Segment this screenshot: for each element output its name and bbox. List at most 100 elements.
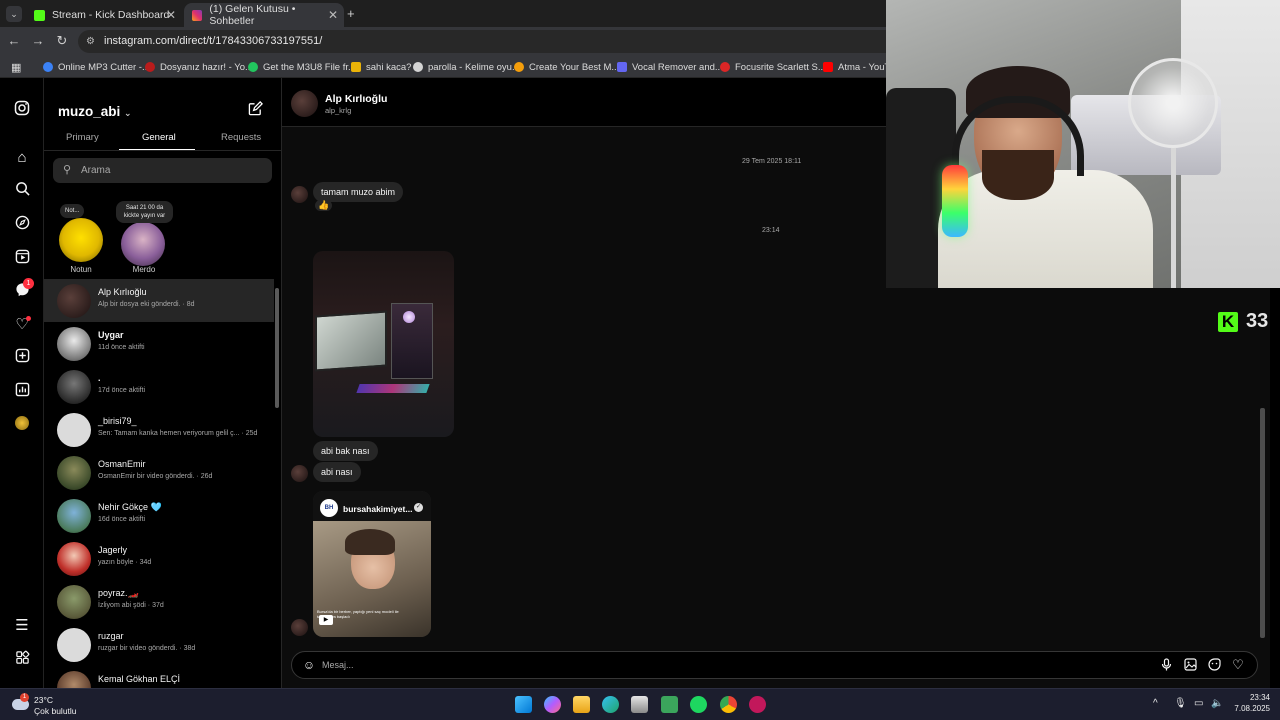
address-bar[interactable]: ⚙ instagram.com/direct/t/178433067331975… [78,30,898,53]
hair-shape [345,529,395,555]
tab-primary[interactable]: Primary [66,132,99,143]
profile-avatar-icon[interactable] [12,416,32,436]
message-bubble[interactable]: abi nası [313,462,361,482]
bookmark-item[interactable]: Dosyanız hazır! - Yo... [145,60,253,74]
bookmark-item[interactable]: Create Your Best M... [514,60,619,74]
conversation-item[interactable]: Kemal Gökhan ELÇİ [44,666,274,688]
avatar[interactable] [291,90,318,117]
message-bubble[interactable]: tamam muzo abim [313,182,404,202]
chat-contact-name[interactable]: Alp Kırlıoğlu [325,93,387,105]
shared-reel[interactable]: BH bursahakimiyet... ✓ Bursa'da bir berb… [313,491,431,637]
message-bubble[interactable]: abi bak nası [313,441,378,461]
spotify-icon[interactable] [690,696,707,713]
conversation-name: OsmanEmir [98,459,146,469]
conversation-item[interactable]: Nehir Gökçe 🩵 16d önce aktifti [44,494,274,537]
site-info-icon: ⚙ [86,36,95,47]
message-photo[interactable] [313,251,454,437]
microphone-icon[interactable]: 🎙 [1174,698,1187,709]
new-tab-button[interactable]: + [347,6,355,21]
instagram-logo-icon[interactable] [12,100,32,120]
bookmark-item[interactable]: sahi kaca? [351,60,411,74]
avatar [291,186,308,203]
conversation-item[interactable]: _birisi79_ Sen: Tamam kanka hemen veriyo… [44,408,274,451]
notification-dot [26,316,31,321]
weather-condition: Çok bulutlu [34,706,77,716]
conversation-item[interactable]: Jagerly yazın böyle · 34d [44,537,274,580]
image-icon[interactable] [1183,658,1197,672]
tab-general[interactable]: General [142,132,176,143]
edge-icon[interactable] [602,696,619,713]
new-message-button[interactable] [248,101,264,117]
apps-icon[interactable]: ▦ [11,60,21,74]
conversation-item[interactable]: OsmanEmir OsmanEmir bir video gönderdi. … [44,451,274,494]
reel-account-avatar: BH [320,499,338,517]
weather-badge: 1 [20,693,29,702]
system-clock[interactable]: 23:34 7.08.2025 [1228,693,1270,713]
meta-apps-icon[interactable] [12,650,32,670]
home-icon[interactable]: ⌂ [12,148,32,168]
network-icon[interactable]: ▭ [1194,698,1203,709]
reload-button[interactable]: ↻ [54,33,70,49]
conversation-item[interactable]: ruzgar ruzgar bir video gönderdi. · 38d [44,623,274,666]
bookmark-label: Focusrite Scarlett S... [735,61,826,73]
scrollbar[interactable] [275,288,279,408]
pc-fan-light [403,311,415,323]
reels-icon[interactable] [12,249,32,269]
browser-tab-instagram[interactable]: (1) Gelen Kutusu • Sohbetler ✕ [184,3,344,27]
message-composer[interactable]: ☺ Mesaj... ♡ [291,651,1258,679]
reel-thumbnail: Bursa'da bir berber, yaptığı yeni saç mo… [313,521,431,637]
avatar [291,465,308,482]
note-bubble: Not... [60,204,85,218]
note-bubble: Saat 21 00 da kickte yayın var [116,201,173,223]
menu-icon[interactable]: ☰ [12,616,32,636]
account-switcher[interactable]: muzo_abi ⌄ [58,104,132,119]
conversation-name: Alp Kırlıoğlu [98,287,147,297]
dashboard-icon[interactable] [12,382,32,402]
conversation-item[interactable]: . 17d önce aktifti [44,365,274,408]
chrome-icon[interactable] [720,696,737,713]
create-icon[interactable] [12,348,32,368]
close-icon[interactable]: ✕ [328,8,338,22]
back-button[interactable]: ← [6,33,22,49]
search-input[interactable]: ⚲ Arama [53,158,272,183]
bookmark-item[interactable]: Get the M3U8 File fr... [248,60,356,74]
copilot-icon[interactable] [544,696,561,713]
tab-search-button[interactable]: ⌄ [6,6,22,22]
microphone-icon[interactable] [1159,658,1173,672]
bookmark-item[interactable]: Online MP3 Cutter -... [43,60,150,74]
tab-title: Stream - Kick Dashboard [52,9,170,21]
file-explorer-icon[interactable] [573,696,590,713]
conversation-item[interactable]: poyraz.🏎️ İzliyom abi şödi · 37d [44,580,274,623]
heart-icon[interactable]: ♡ [1231,658,1245,672]
media-player-icon[interactable] [749,696,766,713]
close-icon[interactable]: ✕ [166,8,176,22]
bookmark-item[interactable]: Focusrite Scarlett S... [720,60,826,74]
instagram-favicon-icon [192,9,203,21]
scrollbar[interactable] [1260,408,1265,638]
messenger-icon[interactable]: 1 [12,278,34,302]
tab-requests[interactable]: Requests [221,132,261,143]
show-hidden-icons-icon[interactable]: ^ [1153,698,1158,709]
explore-icon[interactable] [12,215,32,235]
clock-time: 23:34 [1249,693,1270,702]
message-reaction[interactable]: 👍 [315,200,333,211]
search-icon[interactable] [12,181,32,201]
windows-start-icon[interactable] [515,696,532,713]
note-name: Merdo [132,265,156,274]
conversation-item[interactable]: Uygar 11d önce aktifti [44,322,274,365]
volume-icon[interactable]: 🔈 [1211,698,1223,709]
note-item-merdo[interactable]: Saat 21 00 da kickte yayın var Merdo [112,198,202,278]
emoji-icon[interactable]: ☺ [302,658,316,672]
forward-button[interactable]: → [30,33,46,49]
bookmark-item[interactable]: Vocal Remover and... [617,60,723,74]
bookmark-item[interactable]: Atma - YouTu [823,60,895,74]
browser-tab-kick[interactable]: Stream - Kick Dashboard ✕ [26,3,182,27]
kick-app-icon[interactable] [661,696,678,713]
bookmark-label: Dosyanız hazır! - Yo... [160,61,253,73]
store-icon[interactable] [631,696,648,713]
bookmark-item[interactable]: parolla - Kelime oyu... [413,60,520,74]
heart-icon[interactable]: ♡ [12,315,32,335]
conversation-item[interactable]: Alp Kırlıoğlu Alp bir dosya eki gönderdi… [44,279,274,322]
message-input[interactable]: Mesaj... [322,660,354,670]
sticker-icon[interactable] [1207,658,1221,672]
